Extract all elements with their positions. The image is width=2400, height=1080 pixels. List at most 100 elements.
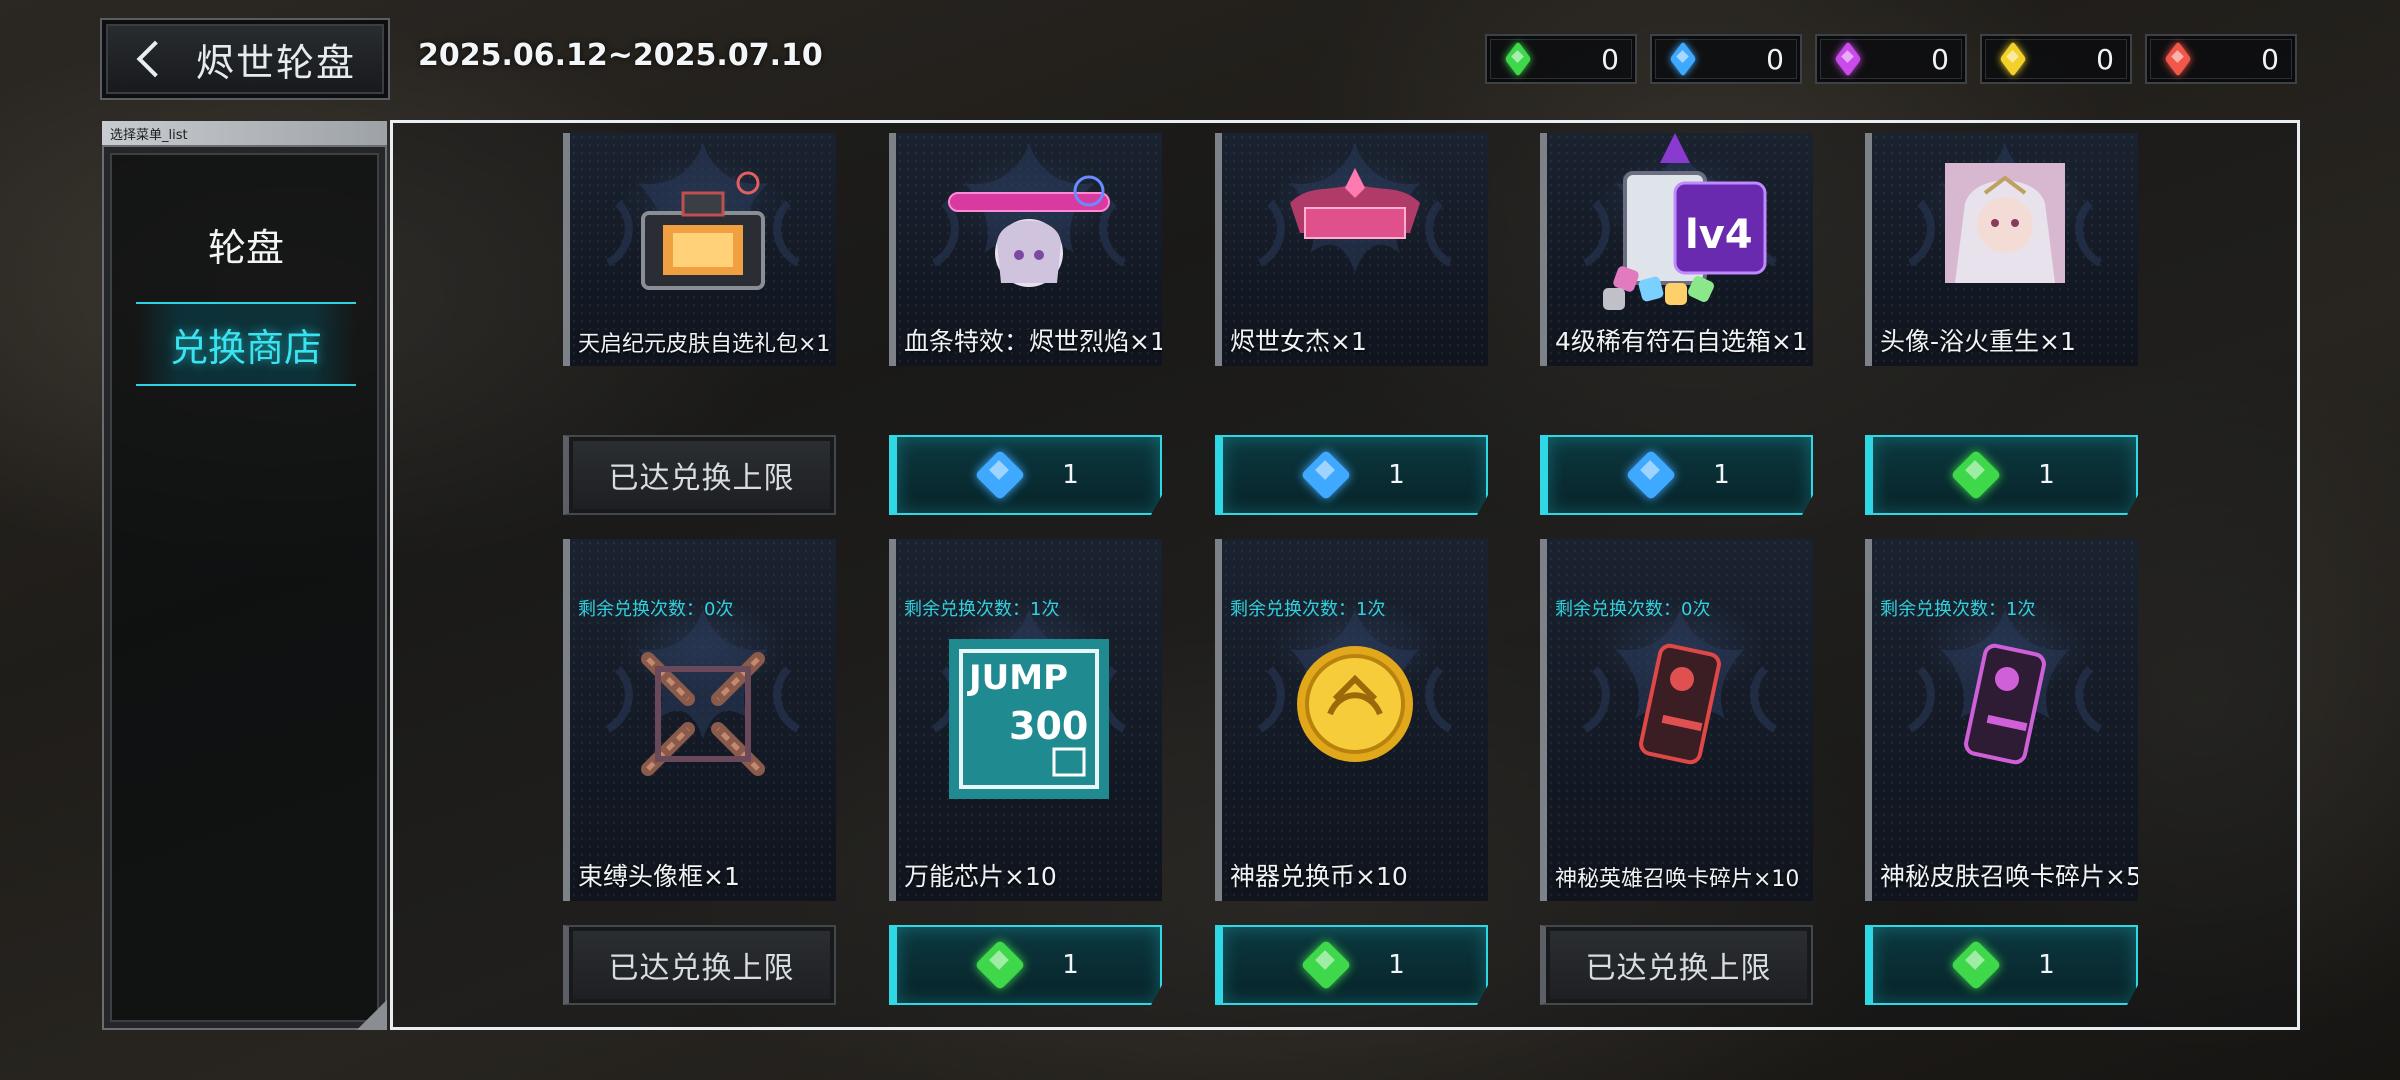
currency-blue: 0 (1650, 34, 1802, 84)
item-name: 血条特效：烬世烈焰×1 (904, 327, 1162, 356)
cost-amount: 1 (1062, 950, 1079, 980)
exchange-button[interactable]: 1 (889, 435, 1162, 515)
exchange-button[interactable]: 1 (1215, 925, 1488, 1005)
page-title: 烬世轮盘 (196, 40, 357, 85)
currency-value: 0 (2096, 42, 2114, 76)
currency-yellow: 0 (1980, 34, 2132, 84)
cost-amount: 1 (2038, 950, 2055, 980)
currency-bar: 0 0 0 0 0 (1485, 34, 2297, 84)
shop-item-card[interactable]: 剩余兑换次数：0次 神秘英雄召唤卡碎片×10 (1540, 539, 1813, 901)
cost-amount: 1 (1388, 460, 1405, 490)
chain-frame-icon (641, 652, 765, 776)
exchange-button[interactable]: 1 (889, 925, 1162, 1005)
shop-item-card[interactable]: 剩余兑换次数：1次 神器兑换币×10 (1215, 539, 1488, 901)
sidebar-item-wheel[interactable]: 轮盘 (136, 202, 356, 286)
shop-item-card[interactable]: 剩余兑换次数：1次 JUMP 300 万能芯片×10 (889, 539, 1162, 901)
lv4-text: lv4 (1685, 212, 1753, 258)
cost-amount: 1 (1388, 950, 1405, 980)
maxed-label: 已达兑换上限 (608, 951, 795, 986)
blue-gem-icon (1629, 453, 1673, 497)
shop-item-card[interactable]: 天启纪元皮肤自选礼包×1 (563, 133, 836, 366)
exchange-maxed-button: 已达兑换上限 (563, 435, 836, 515)
maxed-label: 已达兑换上限 (608, 461, 795, 496)
sidebar-item-exchange-shop[interactable]: 兑换商店 (136, 302, 356, 386)
gift-box-icon (641, 171, 765, 290)
chevron-left-icon (136, 40, 174, 78)
item-image: 剩余兑换次数：0次 束缚头像框×1 (563, 539, 836, 901)
rune-box-icon: lv4 (1603, 133, 1767, 310)
item-name: 万能芯片×10 (904, 862, 1057, 891)
green-gem-icon (1954, 943, 1998, 987)
back-button[interactable]: 烬世轮盘 (100, 18, 390, 100)
item-name: 头像-浴火重生×1 (1880, 327, 2076, 356)
item-image: 头像-浴火重生×1 (1865, 133, 2138, 366)
shop-item-card[interactable]: 剩余兑换次数：1次 神秘皮肤召唤卡碎片×5 (1865, 539, 2138, 901)
remaining-count: 剩余兑换次数：0次 (1555, 599, 1711, 620)
jump-number: 300 (1009, 704, 1088, 748)
item-name: 4级稀有符石自选箱×1 (1555, 327, 1808, 356)
corner-decoration (357, 1000, 387, 1030)
title-badge-icon (1290, 168, 1420, 239)
red-gem-icon (2165, 46, 2191, 72)
green-gem-icon (1954, 453, 1998, 497)
item-image: 剩余兑换次数：1次 神器兑换币×10 (1215, 539, 1488, 901)
item-name: 天启纪元皮肤自选礼包×1 (578, 332, 831, 357)
currency-red: 0 (2145, 34, 2297, 84)
exchange-maxed-button: 已达兑换上限 (563, 925, 836, 1005)
chip-icon: JUMP 300 (949, 639, 1109, 799)
jump-text: JUMP (967, 658, 1068, 698)
cost-amount: 1 (1713, 460, 1730, 490)
item-image: 剩余兑换次数：1次 JUMP 300 万能芯片×10 (889, 539, 1162, 901)
item-image: 剩余兑换次数：1次 神秘皮肤召唤卡碎片×5 (1865, 539, 2138, 901)
remaining-count: 剩余兑换次数：1次 (1230, 599, 1386, 620)
exchange-button[interactable]: 1 (1215, 435, 1488, 515)
exchange-button[interactable]: 1 (1865, 435, 2138, 515)
currency-value: 0 (2261, 42, 2279, 76)
remaining-count: 剩余兑换次数：1次 (904, 599, 1060, 620)
exchange-button[interactable]: 1 (1865, 925, 2138, 1005)
remaining-count: 剩余兑换次数：1次 (1880, 599, 2036, 620)
item-image: 天启纪元皮肤自选礼包×1 (563, 133, 836, 366)
item-image: 剩余兑换次数：0次 神秘英雄召唤卡碎片×10 (1540, 539, 1813, 901)
green-gem-icon (1505, 46, 1531, 72)
shop-panel: 天启纪元皮肤自选礼包×1 已达兑换上限 血条特效：烬世烈焰×1 1 烬世女杰×1… (390, 120, 2300, 1030)
item-name: 神器兑换币×10 (1230, 862, 1408, 891)
blue-gem-icon (978, 453, 1022, 497)
item-image: 烬世女杰×1 (1215, 133, 1488, 366)
shop-item-card[interactable]: 头像-浴火重生×1 (1865, 133, 2138, 366)
shop-item-card[interactable]: lv4 4级稀有符石自选箱×1 (1540, 133, 1813, 366)
sidebar-caption: 选择菜单_list (102, 121, 387, 145)
hero-card-fragment-icon (1639, 643, 1721, 765)
item-name: 束缚头像框×1 (578, 862, 740, 891)
cost-amount: 1 (2038, 460, 2055, 490)
skin-card-fragment-icon (1964, 643, 2046, 765)
shop-item-card[interactable]: 烬世女杰×1 (1215, 133, 1488, 366)
green-gem-icon (978, 943, 1022, 987)
exchange-button[interactable]: 1 (1540, 435, 1813, 515)
item-image: lv4 4级稀有符石自选箱×1 (1540, 133, 1813, 366)
item-image: 血条特效：烬世烈焰×1 (889, 133, 1162, 366)
exchange-maxed-button: 已达兑换上限 (1540, 925, 1813, 1005)
yellow-gem-icon (2000, 46, 2026, 72)
health-bar-effect-icon (948, 175, 1110, 287)
currency-value: 0 (1931, 42, 1949, 76)
currency-green: 0 (1485, 34, 1637, 84)
event-date-range: 2025.06.12~2025.07.10 (418, 38, 823, 73)
maxed-label: 已达兑换上限 (1585, 951, 1772, 986)
remaining-count: 剩余兑换次数：0次 (578, 599, 734, 620)
cost-amount: 1 (1062, 460, 1079, 490)
blue-gem-icon (1670, 46, 1696, 72)
shop-item-card[interactable]: 血条特效：烬世烈焰×1 (889, 133, 1162, 366)
currency-purple: 0 (1815, 34, 1967, 84)
currency-value: 0 (1601, 42, 1619, 76)
shop-item-card[interactable]: 剩余兑换次数：0次 束缚头像框×1 (563, 539, 836, 901)
purple-gem-icon (1835, 46, 1861, 72)
item-name: 神秘英雄召唤卡碎片×10 (1555, 867, 1800, 892)
item-name: 烬世女杰×1 (1230, 327, 1367, 356)
gold-coin-icon (1297, 646, 1413, 762)
blue-gem-icon (1304, 453, 1348, 497)
sidebar: 轮盘 兑换商店 (102, 145, 387, 1030)
green-gem-icon (1304, 943, 1348, 987)
currency-value: 0 (1766, 42, 1784, 76)
item-name: 神秘皮肤召唤卡碎片×5 (1880, 862, 2138, 891)
